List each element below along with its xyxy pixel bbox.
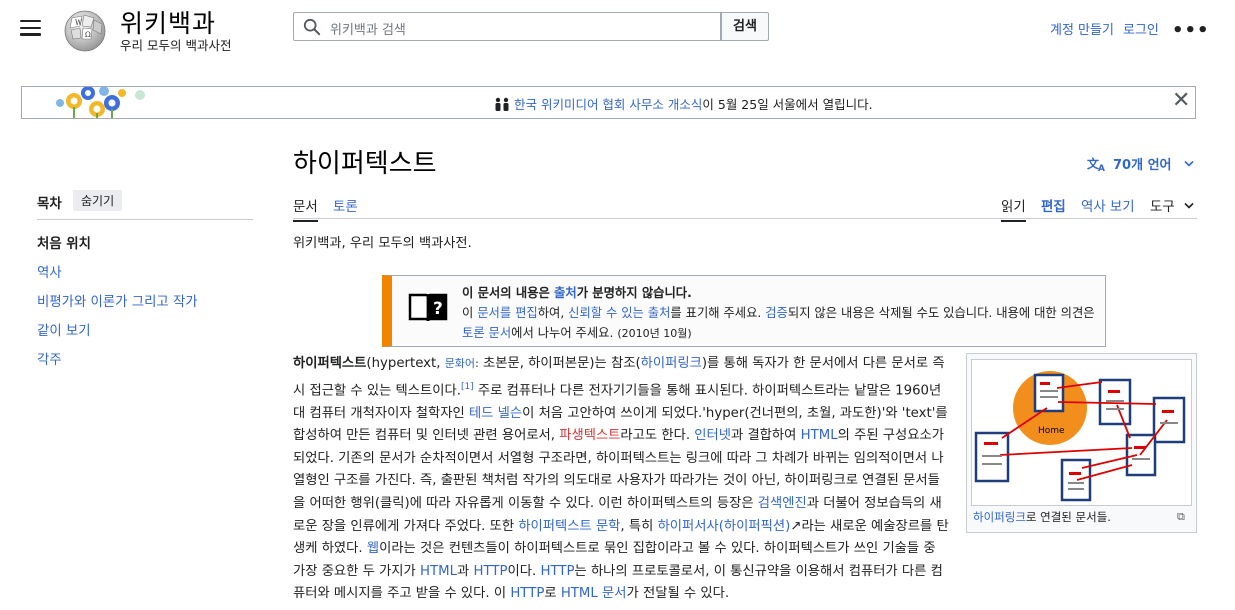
figure-caption: 하이퍼링크로 연결된 문서들. <box>973 509 1111 525</box>
toc-item-critics[interactable]: 비평가와 이론가 그리고 작가 <box>37 290 198 310</box>
banner-text: 이 5월 25일 서울에서 열립니다. <box>702 97 873 112</box>
language-button[interactable]: 文 A 70개 언어 <box>1087 154 1194 174</box>
hypertext-diagram-image[interactable]: Home <box>971 359 1192 506</box>
search-input[interactable]: 위키백과 검색 <box>293 12 721 41</box>
tab-talk[interactable]: 토론 <box>333 195 358 215</box>
toc-item-history[interactable]: 역사 <box>37 261 62 281</box>
notice-line-2: 이 문서를 편집하여, 신뢰할 수 있는 출처를 표기해 주세요. 검증되지 않… <box>462 303 1102 344</box>
notice-text: 이 <box>462 306 478 320</box>
banner-message: 한국 위키미디어 협회 사무소 개소식이 5월 25일 서울에서 열립니다. <box>494 94 873 113</box>
unreferenced-notice: ? 이 문서의 내용은 출처가 분명하지 않습니다. 이 문서를 편집하여, 신… <box>382 275 1106 347</box>
article-body: 하이퍼텍스트(hypertext, 문화어: 초본문, 하이퍼본문)는 참조(하… <box>293 356 949 602</box>
notice-text: 이 문서의 내용은 <box>462 286 555 300</box>
enlarge-icon[interactable]: ⧉ <box>1177 510 1185 524</box>
search-placeholder: 위키백과 검색 <box>330 23 406 38</box>
search-button[interactable]: 검색 <box>721 12 769 41</box>
chevron-down-icon <box>1184 202 1194 209</box>
notice-text: 를 표기해 주세요. <box>670 306 766 320</box>
tab-edit[interactable]: 편집 <box>1041 195 1066 215</box>
toc-item-see-also[interactable]: 같이 보기 <box>37 319 91 339</box>
site-tagline: 우리 모두의 백과사전 <box>120 38 232 53</box>
svg-text:A: A <box>1098 164 1105 172</box>
login-link[interactable]: 로그인 <box>1123 19 1159 38</box>
close-icon[interactable]: ✕ <box>1172 88 1190 113</box>
notice-text: 가 분명하지 않습니다. <box>576 286 692 300</box>
toc-item-top[interactable]: 처음 위치 <box>37 232 91 252</box>
notice-text: 하여, <box>537 306 569 320</box>
svg-text:W: W <box>75 19 83 27</box>
hyperlink-link[interactable]: 하이퍼링크 <box>973 510 1026 524</box>
notice-date: (2010년 10월) <box>617 327 692 340</box>
more-options-icon[interactable]: ••• <box>1172 20 1210 41</box>
chevron-down-icon <box>1184 160 1194 167</box>
page-title: 하이퍼텍스트 <box>293 149 437 179</box>
notice-text: 에서 나누어 주세요. <box>511 326 618 340</box>
caption-text: 로 연결된 문서들. <box>1025 510 1111 524</box>
notice-text: 되지 않은 내용은 삭제될 수도 있습니다. 내용에 대한 의견은 <box>787 306 1095 320</box>
talk-page-link[interactable]: 토론 문서 <box>462 326 511 340</box>
site-subtitle: 위키백과, 우리 모두의 백과사전. <box>293 236 472 251</box>
reliable-sources-link[interactable]: 신뢰할 수 있는 출처 <box>568 306 670 320</box>
translate-icon: 文 A <box>1087 156 1105 174</box>
tab-tools-label: 도구 <box>1150 200 1175 215</box>
sources-link[interactable]: 출처 <box>554 286 577 300</box>
notice-line-1: 이 문서의 내용은 출처가 분명하지 않습니다. <box>462 283 692 301</box>
toc-title: 목차 <box>37 197 62 212</box>
wikipedia-logo-icon[interactable]: W Ω <box>60 6 110 52</box>
hypertext-diagram: Home <box>974 371 1186 502</box>
edit-page-link[interactable]: 문서를 편집 <box>477 306 537 320</box>
book-question-icon: ? <box>408 293 448 322</box>
banner-link[interactable]: 한국 위키미디어 협회 사무소 개소식 <box>514 97 702 112</box>
toc-hide-button[interactable]: 숨기기 <box>73 190 123 211</box>
tab-tools[interactable]: 도구 <box>1150 195 1194 215</box>
create-account-link[interactable]: 계정 만들기 <box>1050 19 1114 38</box>
home-label: Home <box>1038 426 1065 436</box>
svg-text:Ω: Ω <box>85 31 91 39</box>
people-icon <box>495 97 509 111</box>
svg-text:?: ? <box>433 299 443 319</box>
banner-decoration-icon <box>56 87 145 118</box>
tab-history[interactable]: 역사 보기 <box>1081 195 1135 215</box>
site-notice-banner: 한국 위키미디어 협회 사무소 개소식이 5월 25일 서울에서 열립니다. ✕ <box>21 86 1196 119</box>
toc-item-references[interactable]: 각주 <box>37 348 62 368</box>
toc-divider <box>37 219 253 220</box>
search-icon <box>303 18 321 36</box>
verification-link[interactable]: 검증 <box>765 306 788 320</box>
figure-hyperlinked-documents: Home 하이퍼링크로 연결된 문서들. ⧉ <box>966 353 1197 533</box>
tabs-divider <box>293 218 1197 219</box>
main-menu-button[interactable] <box>20 20 41 36</box>
language-count: 70개 언어 <box>1113 158 1172 173</box>
